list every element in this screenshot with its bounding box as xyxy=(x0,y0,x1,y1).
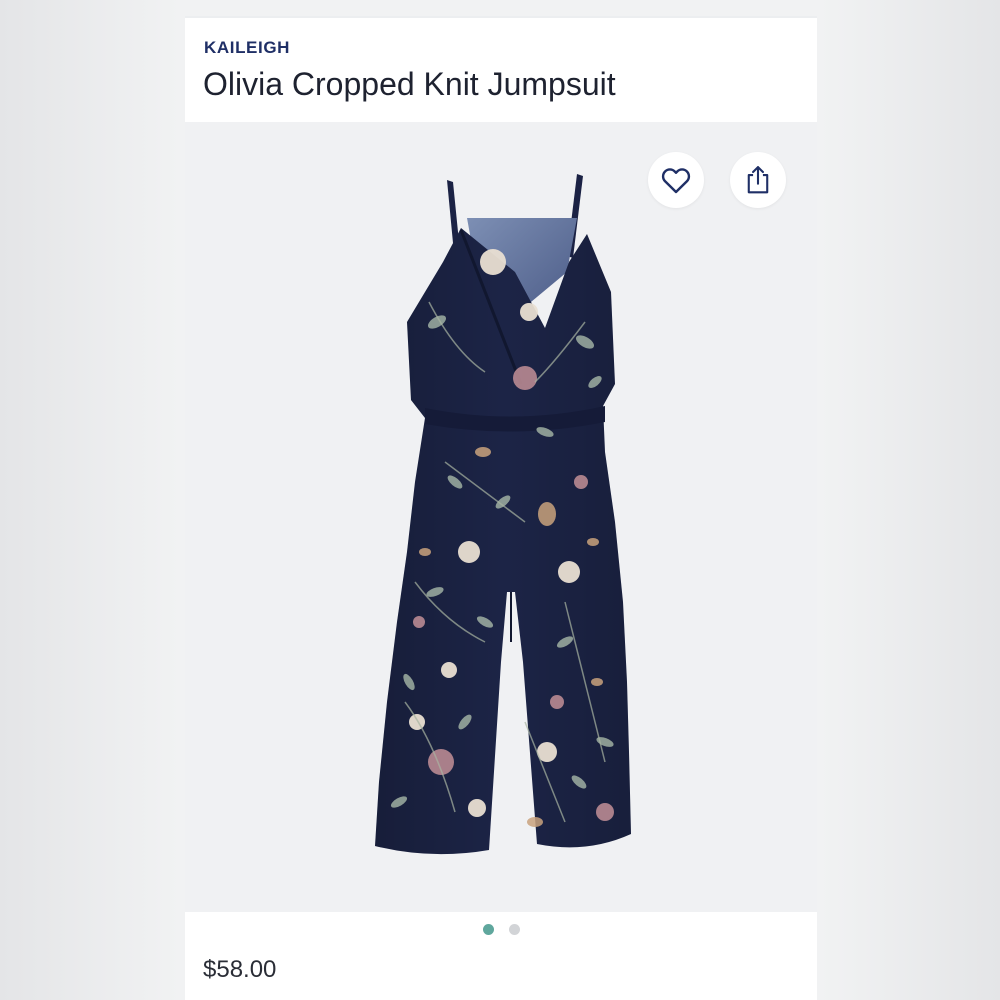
brand-name[interactable]: KAILEIGH xyxy=(204,38,290,58)
heart-outline-icon xyxy=(661,168,691,194)
carousel-dot-2[interactable] xyxy=(508,924,520,935)
product-image[interactable] xyxy=(185,122,817,912)
product-title: Olivia Cropped Knit Jumpsuit xyxy=(203,66,616,102)
product-price: $58.00 xyxy=(203,956,277,983)
carousel-dot-1[interactable] xyxy=(482,924,494,935)
product-image-gallery[interactable] xyxy=(185,122,817,912)
card-top-divider xyxy=(185,16,817,18)
favorite-button[interactable] xyxy=(648,152,704,208)
image-carousel-indicator xyxy=(185,924,817,940)
product-card: KAILEIGH Olivia Cropped Knit Jumpsuit $5… xyxy=(185,16,817,1000)
share-button[interactable] xyxy=(730,152,786,208)
share-upload-icon xyxy=(747,166,769,194)
